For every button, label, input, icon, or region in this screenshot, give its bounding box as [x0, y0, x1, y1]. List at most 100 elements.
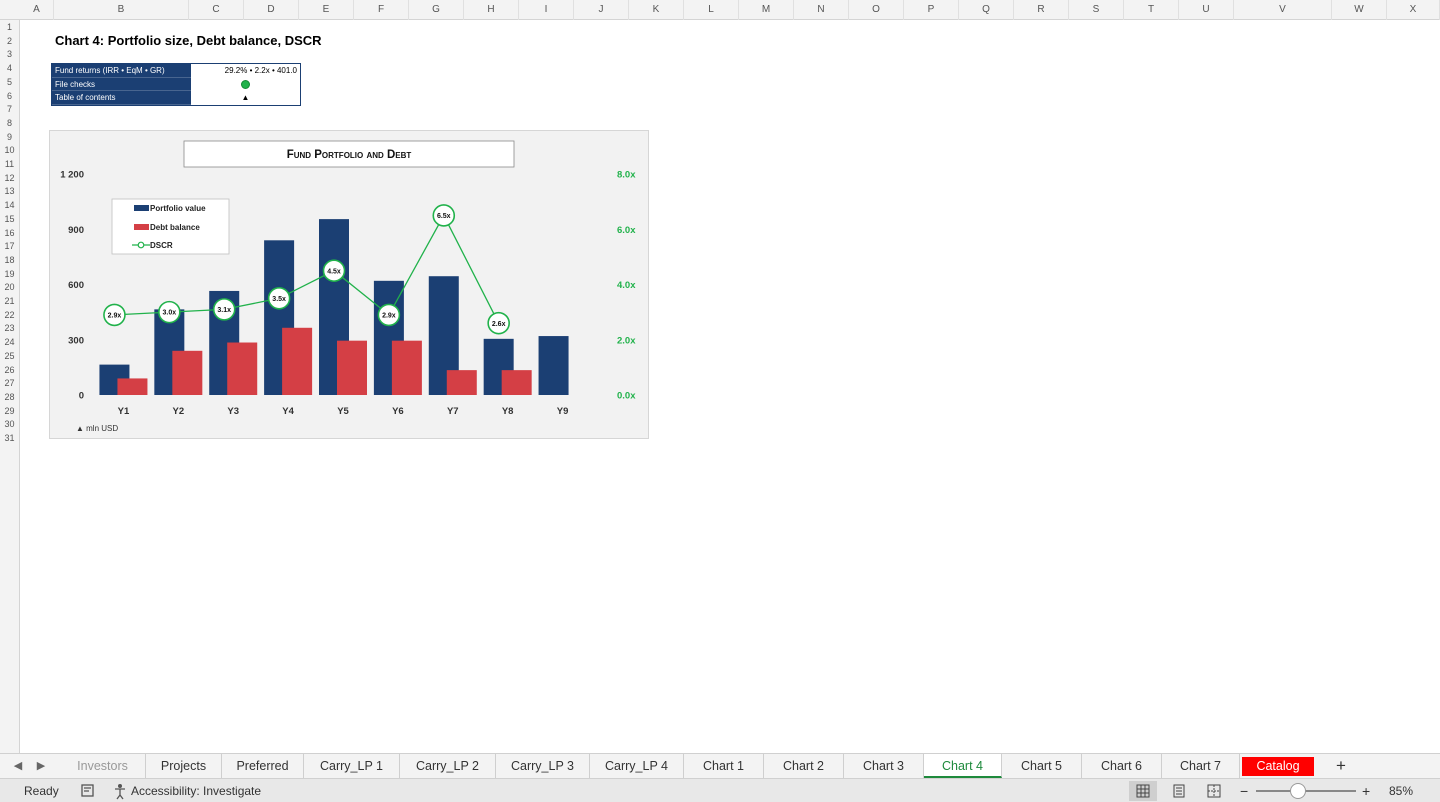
column-header[interactable]: L — [684, 0, 739, 20]
sheet-tab[interactable]: Chart 6 — [1082, 754, 1162, 778]
file-checks-label[interactable]: File checks — [52, 77, 191, 92]
toc-label[interactable]: Table of contents — [52, 91, 191, 105]
column-header[interactable]: E — [299, 0, 354, 20]
file-checks-row: File checks — [52, 77, 300, 92]
row-header[interactable]: 2 — [0, 34, 19, 48]
column-header[interactable]: T — [1124, 0, 1179, 20]
column-header[interactable]: W — [1332, 0, 1387, 20]
fund-returns-value[interactable]: 29.2% • 2.2x • 401.0 — [191, 64, 300, 78]
row-header[interactable]: 11 — [0, 157, 19, 171]
row-header[interactable]: 15 — [0, 212, 19, 226]
row-header[interactable]: 23 — [0, 321, 19, 335]
row-header[interactable]: 28 — [0, 390, 19, 404]
column-header[interactable]: X — [1387, 0, 1440, 20]
column-header[interactable]: P — [904, 0, 959, 20]
zoom-slider-thumb[interactable] — [1290, 783, 1306, 799]
arrow-up-icon: ▲ — [241, 93, 250, 103]
ready-status: Ready — [24, 784, 59, 798]
column-header[interactable]: S — [1069, 0, 1124, 20]
sheet-title: Chart 4: Portfolio size, Debt balance, D… — [55, 33, 322, 48]
tab-scroll-left-icon[interactable]: ◀ — [9, 754, 27, 779]
sheet-tab[interactable]: Carry_LP 4 — [590, 754, 684, 778]
row-header[interactable]: 5 — [0, 75, 19, 89]
column-header[interactable]: I — [519, 0, 574, 20]
column-header[interactable]: D — [244, 0, 299, 20]
column-header[interactable]: U — [1179, 0, 1234, 20]
page-layout-view-button[interactable] — [1165, 781, 1193, 801]
row-header[interactable]: 17 — [0, 239, 19, 253]
row-header[interactable]: 27 — [0, 376, 19, 390]
row-header[interactable]: 24 — [0, 335, 19, 349]
row-header[interactable]: 13 — [0, 184, 19, 198]
sheet-tab[interactable]: Carry_LP 1 — [304, 754, 400, 778]
zoom-level[interactable]: 85% — [1389, 779, 1413, 802]
chart-portfolio-debt-dscr[interactable]: Fund Portfolio and Debt 0 300 600 900 1 200 0.… — [49, 130, 649, 439]
row-header[interactable]: 4 — [0, 61, 19, 75]
row-header[interactable]: 14 — [0, 198, 19, 212]
fund-returns-label[interactable]: Fund returns (IRR • EqM • GR) — [52, 64, 191, 78]
row-header[interactable]: 29 — [0, 404, 19, 418]
column-header[interactable]: N — [794, 0, 849, 20]
column-header[interactable]: K — [629, 0, 684, 20]
sheet-tab[interactable]: Chart 3 — [844, 754, 924, 778]
sheet-tab[interactable]: Projects — [146, 754, 222, 778]
row-header[interactable]: 1 — [0, 20, 19, 34]
column-header[interactable]: H — [464, 0, 519, 20]
column-header[interactable]: A — [20, 0, 54, 20]
zoom-in-button[interactable]: + — [1362, 779, 1370, 802]
column-header[interactable]: G — [409, 0, 464, 20]
row-header[interactable]: 26 — [0, 363, 19, 377]
x-tick-label: Y6 — [392, 406, 404, 417]
column-header[interactable]: F — [354, 0, 409, 20]
page-break-view-button[interactable] — [1200, 781, 1228, 801]
dscr-data-label: 2.9x — [382, 312, 396, 319]
row-header[interactable]: 25 — [0, 349, 19, 363]
dscr-data-label: 3.0x — [163, 310, 177, 317]
column-header[interactable]: C — [189, 0, 244, 20]
column-header[interactable]: J — [574, 0, 629, 20]
row-header[interactable]: 16 — [0, 226, 19, 240]
row-header[interactable]: 22 — [0, 308, 19, 322]
add-sheet-button[interactable]: + — [1328, 754, 1354, 778]
sheet-tab[interactable]: Chart 4 — [924, 754, 1002, 778]
column-header[interactable]: M — [739, 0, 794, 20]
column-header[interactable]: O — [849, 0, 904, 20]
chart-canvas: Fund Portfolio and Debt 0 300 600 900 1 200 0.… — [60, 140, 636, 433]
row-header[interactable]: 18 — [0, 253, 19, 267]
column-header[interactable]: B — [54, 0, 189, 20]
sheet-tab[interactable]: Chart 1 — [684, 754, 764, 778]
sheet-tab[interactable]: Preferred — [222, 754, 304, 778]
row-header[interactable]: 3 — [0, 47, 19, 61]
row-header[interactable]: 7 — [0, 102, 19, 116]
sheet-tab[interactable]: Carry_LP 3 — [496, 754, 590, 778]
row-header[interactable]: 6 — [0, 89, 19, 103]
accessibility-status[interactable]: Accessibility: Investigate — [131, 779, 261, 802]
row-header[interactable]: 9 — [0, 130, 19, 144]
toc-link[interactable]: ▲ — [191, 91, 300, 105]
sheet-tab[interactable]: Chart 7 — [1162, 754, 1240, 778]
sheet-tab[interactable]: Catalog — [1242, 757, 1314, 776]
row-header[interactable]: 8 — [0, 116, 19, 130]
zoom-slider-track[interactable] — [1256, 790, 1356, 792]
row-header[interactable]: 31 — [0, 431, 19, 445]
column-header[interactable]: R — [1014, 0, 1069, 20]
tab-scroll-right-icon[interactable]: ▶ — [32, 754, 50, 779]
sheet-tab[interactable]: Investors — [60, 754, 146, 778]
normal-view-button[interactable] — [1129, 781, 1157, 801]
file-checks-cell[interactable] — [191, 78, 300, 92]
row-header[interactable]: 12 — [0, 171, 19, 185]
macro-record-icon[interactable] — [80, 779, 96, 802]
sheet-tab[interactable]: Chart 5 — [1002, 754, 1082, 778]
column-header[interactable]: Q — [959, 0, 1014, 20]
row-header[interactable]: 10 — [0, 143, 19, 157]
row-header[interactable]: 19 — [0, 267, 19, 281]
row-header[interactable]: 20 — [0, 280, 19, 294]
accessibility-icon[interactable] — [112, 779, 128, 802]
info-table: Fund returns (IRR • EqM • GR) 29.2% • 2.… — [51, 63, 301, 106]
column-header[interactable]: V — [1234, 0, 1332, 20]
sheet-tab[interactable]: Carry_LP 2 — [400, 754, 496, 778]
row-header[interactable]: 21 — [0, 294, 19, 308]
zoom-out-button[interactable]: − — [1240, 779, 1248, 802]
sheet-tab[interactable]: Chart 2 — [764, 754, 844, 778]
row-header[interactable]: 30 — [0, 417, 19, 431]
